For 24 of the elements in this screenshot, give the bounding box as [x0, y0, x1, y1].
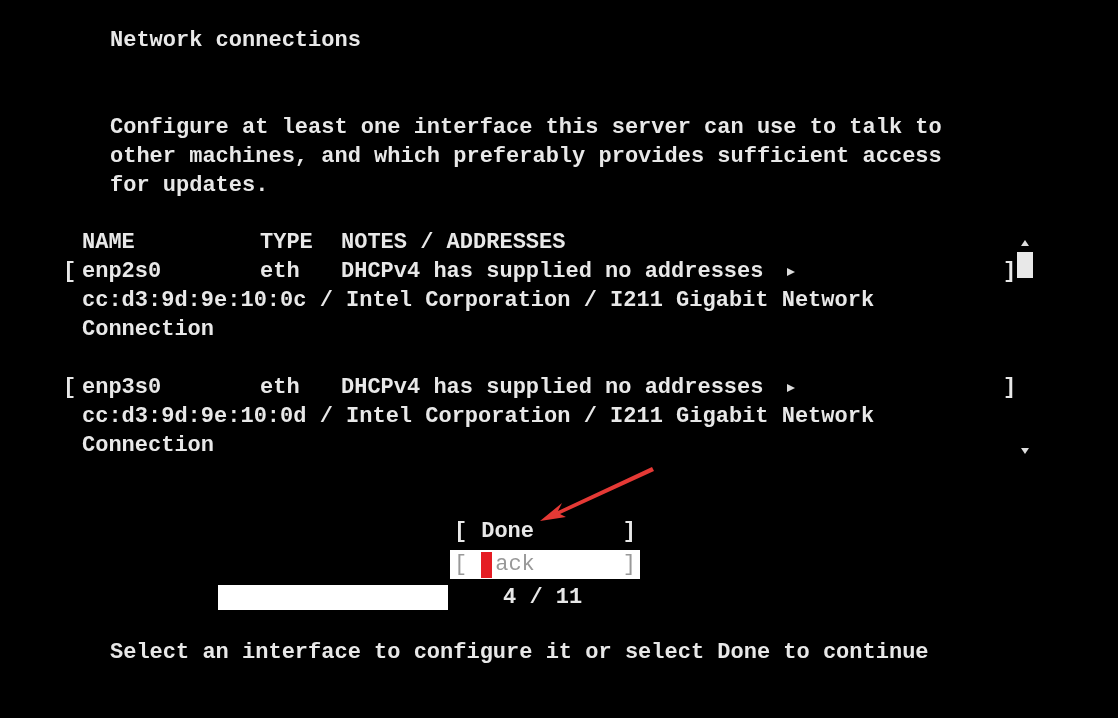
interface-detail: cc:d3:9d:9e:10:0d / Intel Corporation / I211 Gigabit Network Connection — [82, 403, 876, 460]
row-bracket: ] — [1003, 374, 1018, 402]
scroll-down-icon[interactable] — [1021, 448, 1029, 454]
row-bracket: [ — [63, 374, 78, 402]
step-counter: 4 / 11 — [503, 584, 583, 612]
footer-hint: Select an interface to configure it or select Done to continue — [110, 639, 930, 667]
screen-title: Network connections — [110, 27, 362, 55]
row-bracket: [ — [63, 258, 78, 286]
column-header: NAME — [82, 229, 136, 257]
column-header: TYPE — [260, 229, 314, 257]
interface-notes: DHCPv4 has supplied no addresses — [341, 374, 764, 402]
interface-notes: DHCPv4 has supplied no addresses — [341, 258, 764, 286]
interface-name[interactable]: enp3s0 — [82, 373, 260, 402]
description: Configure at least one interface this server can use to talk to other machines, and which preferably provides sufficient access for updates. — [110, 114, 943, 200]
column-header: NOTES / ADDRESSES — [341, 229, 567, 257]
row-bracket: ] — [1003, 258, 1018, 286]
scrollbar-thumb[interactable] — [1017, 252, 1033, 278]
interface-detail: cc:d3:9d:9e:10:0c / Intel Corporation / I211 Gigabit Network Connection — [82, 287, 876, 344]
interface-name[interactable]: enp2s0 — [82, 257, 260, 286]
interface-type: eth — [260, 258, 301, 286]
caret-icon[interactable] — [787, 383, 796, 392]
caret-icon[interactable] — [787, 267, 796, 276]
scroll-up-icon[interactable] — [1021, 240, 1029, 246]
interface-type: eth — [260, 374, 301, 402]
